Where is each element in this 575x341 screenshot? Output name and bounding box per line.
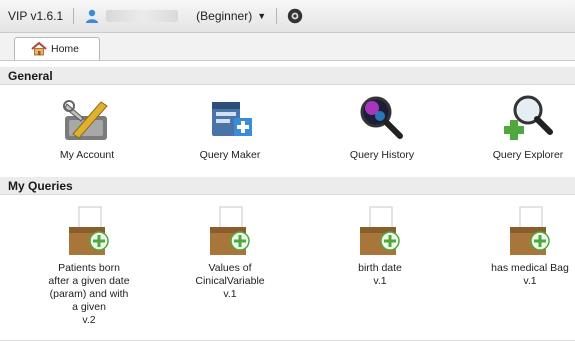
query-box-icon: [510, 206, 550, 255]
user-icon[interactable]: [84, 8, 100, 24]
tab-label: Home: [51, 43, 80, 55]
query-tile[interactable]: has medical Bag v.1: [470, 205, 575, 288]
app-version: VIP v1.6.1: [8, 9, 64, 23]
username-redacted: [106, 10, 179, 22]
explorer-icon: [504, 95, 553, 140]
query-title: Values of CinicalVariable: [195, 262, 265, 287]
query-tile[interactable]: Patients born after a given date (param)…: [29, 205, 149, 327]
tile-label: Query Explorer: [492, 149, 564, 161]
tile-label: Query History: [349, 149, 415, 161]
query-history-tile[interactable]: Query History: [327, 94, 437, 162]
user-level: (Beginner): [196, 9, 253, 23]
tab-strip: Home: [0, 33, 575, 61]
query-version: v.1: [373, 275, 387, 287]
query-maker-icon: [212, 102, 252, 136]
section-my-queries: My Queries: [0, 177, 575, 195]
home-icon: [31, 42, 47, 56]
query-title: birth date: [358, 262, 402, 274]
separator: [276, 8, 278, 24]
query-box-icon: [210, 206, 250, 255]
magnifier-icon: [360, 96, 403, 139]
top-bar: VIP v1.6.1 (Beginner) ▼: [0, 0, 575, 33]
query-box-icon: [69, 206, 109, 255]
query-box-icon: [360, 206, 400, 255]
caret-down-icon[interactable]: ▼: [257, 11, 266, 21]
query-tile[interactable]: Values of CinicalVariable v.1: [170, 205, 290, 301]
query-tile[interactable]: birth date v.1: [320, 205, 440, 288]
tile-label: Query Maker: [199, 149, 261, 161]
query-version: v.1: [523, 275, 537, 287]
query-title: has medical Bag: [491, 262, 569, 274]
tile-label: My Account: [59, 149, 115, 161]
account-icon: [63, 100, 108, 140]
query-version: v.1: [223, 288, 237, 300]
query-title: Patients born after a given date (param)…: [48, 262, 130, 313]
query-maker-tile[interactable]: Query Maker: [175, 94, 285, 162]
separator: [73, 8, 75, 24]
help-icon[interactable]: [287, 8, 303, 24]
tab-home[interactable]: Home: [14, 37, 100, 60]
section-general: General: [0, 67, 575, 85]
query-version: v.2: [82, 314, 96, 326]
query-explorer-tile[interactable]: Query Explorer: [473, 94, 575, 162]
my-account-tile[interactable]: My Account: [32, 94, 142, 162]
